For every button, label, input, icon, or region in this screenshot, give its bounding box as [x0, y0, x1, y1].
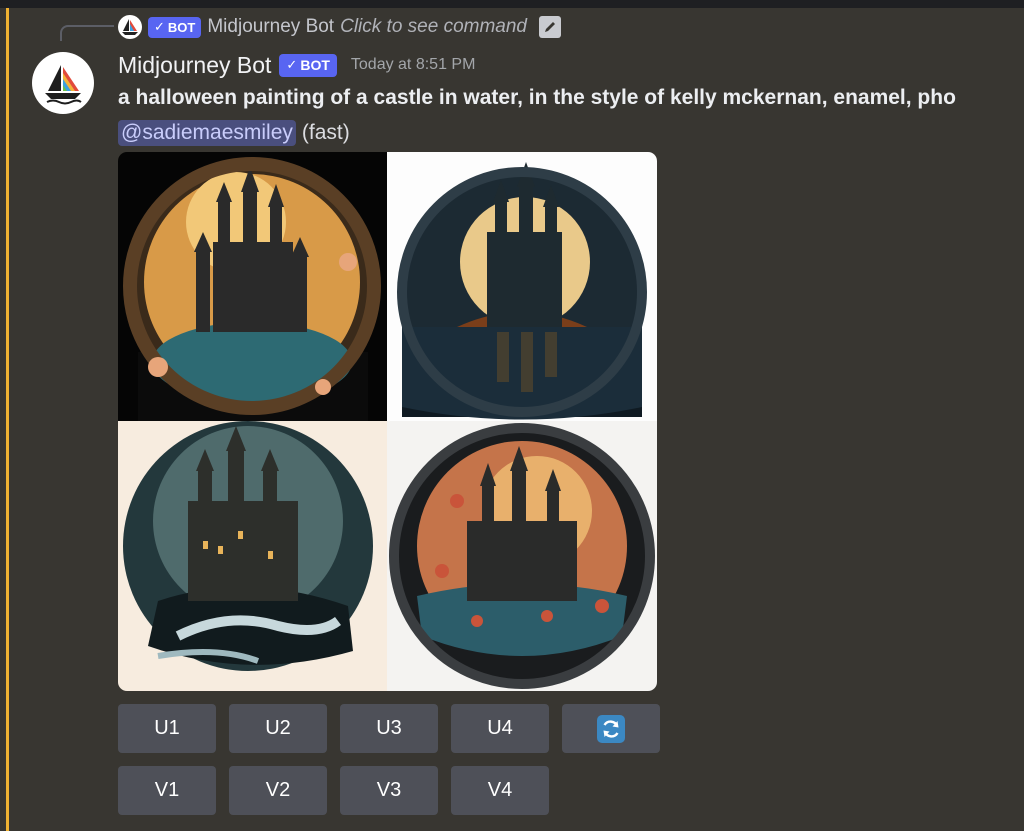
verified-check-icon: ✓: [154, 19, 165, 34]
castle-image-1[interactable]: [118, 152, 387, 421]
sailboat-icon: [122, 19, 138, 35]
variation-button-3[interactable]: V3: [340, 766, 438, 815]
author-bot-tag: ✓ BOT: [279, 53, 337, 77]
author-avatar[interactable]: [32, 52, 94, 114]
castle-image-2[interactable]: [387, 152, 657, 421]
variation-button-label: V3: [376, 779, 402, 801]
message-timestamp[interactable]: Today at 8:51 PM: [351, 56, 476, 74]
author-bot-tag-label: BOT: [300, 57, 330, 73]
upscale-button-label: U1: [154, 717, 180, 739]
upscale-button-label: U4: [487, 717, 513, 739]
upscale-button-1[interactable]: U1: [118, 704, 216, 753]
reply-author-name[interactable]: Midjourney Bot: [207, 16, 334, 38]
mention-highlight-bar: [6, 8, 9, 831]
message-header: Midjourney Bot ✓ BOT Today at 8:51 PM: [118, 50, 475, 80]
castle-art-4: [389, 423, 655, 689]
upscale-button-label: U3: [376, 717, 402, 739]
variation-button-label: V4: [487, 779, 513, 801]
sailboat-icon: [45, 65, 82, 105]
variation-button-2[interactable]: V2: [229, 766, 327, 815]
upscale-button-3[interactable]: U3: [340, 704, 438, 753]
image-grid[interactable]: [118, 152, 657, 691]
upscale-button-4[interactable]: U4: [451, 704, 549, 753]
prompt-text: a halloween painting of a castle in wate…: [118, 86, 956, 109]
author-name[interactable]: Midjourney Bot: [118, 52, 271, 79]
reply-command-hint[interactable]: Click to see command: [340, 16, 527, 38]
reply-reference[interactable]: ✓ BOT Midjourney Bot Click to see comman…: [118, 14, 561, 40]
variation-button-4[interactable]: V4: [451, 766, 549, 815]
reroll-button[interactable]: [562, 704, 660, 753]
castle-image-3[interactable]: [118, 421, 387, 691]
variation-button-label: V2: [265, 779, 291, 801]
variation-button-label: V1: [154, 779, 180, 801]
castle-art-3: [123, 421, 373, 671]
castle-image-4[interactable]: [387, 421, 657, 691]
mention-line: @sadiemaesmiley (fast): [118, 118, 350, 148]
variation-button-1[interactable]: V1: [118, 766, 216, 815]
reroll-icon: [597, 714, 625, 743]
reply-bot-tag: ✓ BOT: [148, 16, 202, 38]
slash-command-icon: [539, 16, 561, 38]
generation-mode: (fast): [301, 121, 350, 144]
reply-bot-tag-label: BOT: [167, 19, 196, 35]
reply-avatar[interactable]: [118, 15, 142, 39]
upscale-button-2[interactable]: U2: [229, 704, 327, 753]
castle-art-2: [397, 162, 647, 420]
reply-connector: [60, 25, 114, 41]
castle-art-1: [123, 157, 381, 421]
user-mention[interactable]: @sadiemaesmiley: [118, 120, 296, 146]
upscale-button-label: U2: [265, 717, 291, 739]
verified-check-icon: ✓: [286, 57, 298, 72]
top-strip: [0, 0, 1024, 8]
